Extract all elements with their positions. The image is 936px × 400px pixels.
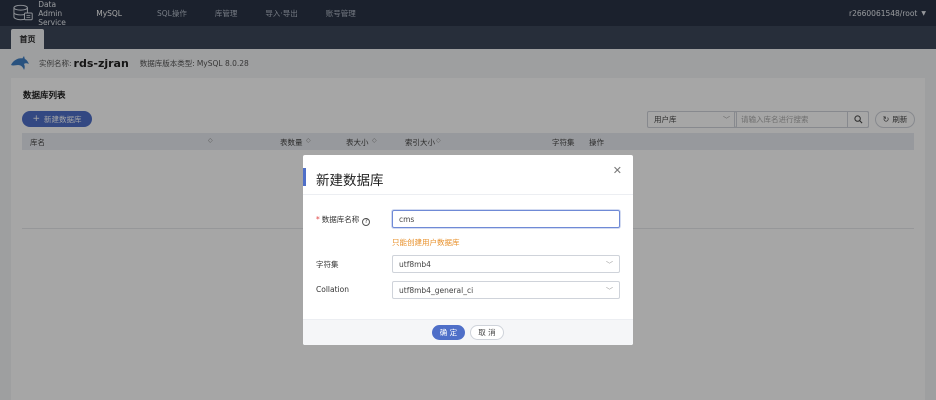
collation-select[interactable]: utf8mb4_general_ci ﹀	[392, 281, 620, 299]
collation-value: utf8mb4_general_ci	[399, 285, 474, 295]
db-name-hint: 只能创建用户数据库	[392, 238, 460, 247]
charset-select[interactable]: utf8mb4 ﹀	[392, 255, 620, 273]
dialog-title: 新建数据库	[316, 173, 384, 189]
new-database-dialog: 新建数据库 ✕ * 数据库名称? cms 只能创建用户数据库 字符集 utf8mb…	[303, 155, 633, 345]
title-accent-bar	[303, 168, 306, 186]
confirm-button[interactable]: 确 定	[432, 325, 465, 340]
db-name-label-text: 数据库名称	[321, 215, 360, 224]
cancel-button[interactable]: 取 消	[470, 325, 504, 340]
charset-label: 字符集	[316, 260, 339, 269]
dialog-header: 新建数据库 ✕	[303, 155, 633, 195]
chevron-down-icon: ﹀	[606, 261, 613, 269]
close-icon[interactable]: ✕	[613, 164, 622, 177]
chevron-down-icon: ﹀	[606, 287, 613, 295]
charset-value: utf8mb4	[399, 259, 431, 269]
db-name-value: cms	[399, 214, 415, 224]
collation-label: Collation	[316, 285, 349, 294]
help-icon[interactable]: ?	[362, 218, 371, 226]
db-name-label: * 数据库名称?	[316, 214, 371, 226]
db-name-input[interactable]: cms	[392, 210, 620, 228]
required-asterisk: *	[316, 215, 320, 224]
dialog-footer: 确 定 取 消	[303, 319, 633, 345]
